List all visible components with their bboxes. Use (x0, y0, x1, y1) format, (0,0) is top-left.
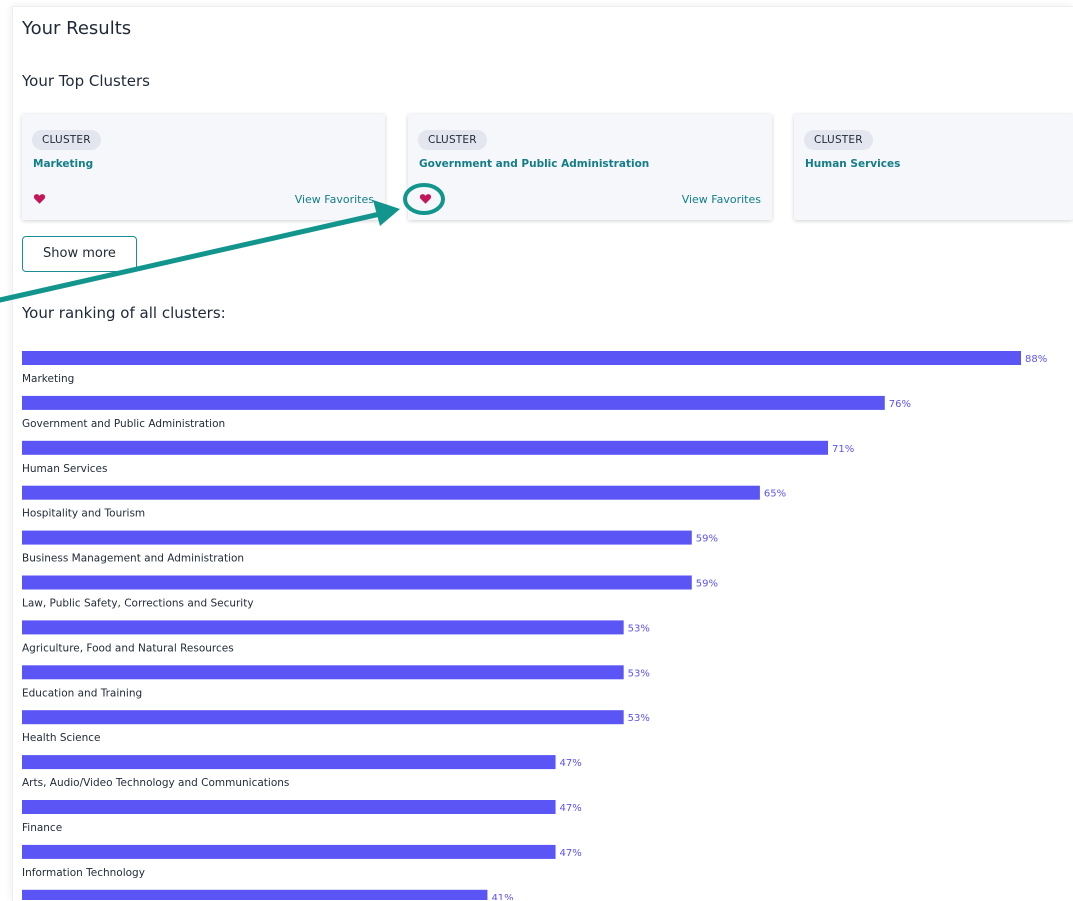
bar-value-label: 53% (628, 668, 650, 679)
bar (22, 575, 692, 590)
bar (22, 440, 829, 455)
bar-value-label: 59% (696, 534, 718, 545)
bar-value-label: 65% (764, 489, 786, 500)
bar (22, 665, 624, 680)
category-label: Arts, Audio/Video Technology and Communi… (22, 777, 289, 789)
category-label: Agriculture, Food and Natural Resources (22, 642, 234, 654)
cluster-ranking-chart: 88% Marketing 76% Government and Public Adm… (22, 351, 1047, 900)
bar-value-label: 47% (560, 803, 582, 814)
bar (22, 485, 760, 500)
category-label: Business Management and Administration (22, 553, 244, 565)
bar-value-label: 47% (560, 758, 582, 769)
bar (22, 844, 556, 859)
bar (22, 889, 488, 900)
bar (22, 755, 556, 770)
bar-value-label: 41% (491, 893, 513, 900)
bar (22, 530, 692, 545)
bar-value-label: 71% (832, 444, 854, 455)
category-label: Hospitality and Tourism (22, 508, 145, 520)
category-label: Human Services (22, 463, 107, 475)
bar-value-label: 47% (560, 848, 582, 859)
bar-value-label: 53% (628, 713, 650, 724)
bar (22, 800, 556, 814)
category-label: Marketing (22, 373, 74, 385)
category-label: Education and Training (22, 687, 142, 699)
category-label: Government and Public Administration (22, 418, 225, 430)
bar-value-label: 59% (696, 579, 718, 590)
bar (22, 395, 885, 410)
category-label: Finance (22, 822, 62, 834)
category-label: Information Technology (22, 867, 145, 879)
bar-value-label: 76% (889, 399, 911, 410)
bar-value-label: 88% (1025, 354, 1047, 365)
category-label: Law, Public Safety, Corrections and Secu… (22, 598, 254, 610)
category-label: Health Science (22, 732, 101, 744)
bar (22, 710, 624, 725)
bar (22, 351, 1021, 365)
bar-value-label: 53% (628, 623, 650, 634)
bar (22, 620, 624, 635)
